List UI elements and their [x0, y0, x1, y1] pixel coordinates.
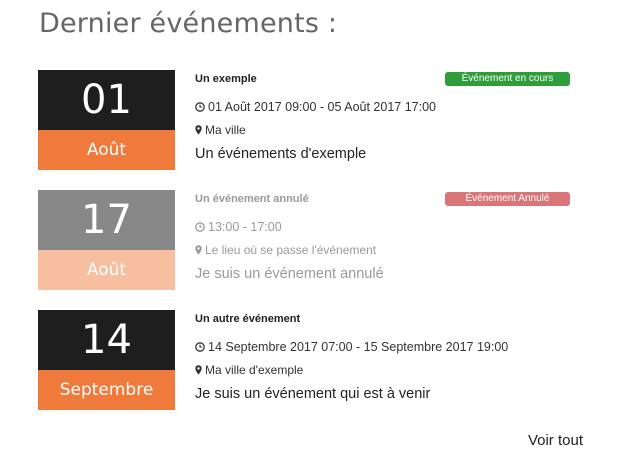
event-place-text: Ma ville: [205, 123, 246, 137]
event-date-block: 01 Août: [38, 70, 175, 180]
see-all-link[interactable]: Voir tout: [528, 432, 583, 449]
clock-icon: [195, 342, 205, 352]
map-pin-icon: [195, 125, 202, 135]
event-description: Un événements d'exemple: [195, 146, 367, 162]
event-time-text: 01 Août 2017 09:00 - 05 Août 2017 17:00: [208, 100, 436, 114]
map-pin-icon: [195, 365, 202, 375]
event-time-text: 14 Septembre 2017 07:00 - 15 Septembre 2…: [208, 340, 509, 354]
event-title[interactable]: Un exemple: [195, 73, 257, 85]
page-title: Dernier événements :: [39, 8, 338, 39]
event-place-text: Le lieu où se passe l'événement: [205, 243, 377, 257]
event-place: Ma ville d'exemple: [195, 363, 303, 377]
event-title[interactable]: Un événement annulé: [195, 193, 309, 205]
event-month: Août: [38, 250, 175, 290]
event-title[interactable]: Un autre événement: [195, 313, 300, 325]
event-month: Août: [38, 130, 175, 170]
clock-icon: [195, 222, 205, 232]
event-info: Un autre événement 14 Septembre 2017 07:…: [195, 310, 570, 420]
event-info: Un exemple Événement en cours 01 Août 20…: [195, 70, 570, 180]
event-time: 13:00 - 17:00: [195, 220, 282, 234]
event-place-text: Ma ville d'exemple: [205, 363, 304, 377]
event-info: Un événement annulé Événement Annulé 13:…: [195, 190, 570, 300]
event-day: 14: [38, 310, 175, 370]
event-time-text: 13:00 - 17:00: [208, 220, 282, 234]
event-item[interactable]: 17 Août Un événement annulé Événement An…: [38, 190, 570, 300]
event-item[interactable]: 01 Août Un exemple Événement en cours 01…: [38, 70, 570, 180]
event-time: 01 Août 2017 09:00 - 05 Août 2017 17:00: [195, 100, 436, 114]
event-day: 01: [38, 70, 175, 130]
event-place: Ma ville: [195, 123, 246, 137]
event-description: Je suis un événement annulé: [195, 266, 384, 282]
event-item[interactable]: 14 Septembre Un autre événement 14 Septe…: [38, 310, 570, 420]
event-day: 17: [38, 190, 175, 250]
event-place: Le lieu où se passe l'événement: [195, 243, 376, 257]
clock-icon: [195, 102, 205, 112]
event-time: 14 Septembre 2017 07:00 - 15 Septembre 2…: [195, 340, 508, 354]
event-date-block: 17 Août: [38, 190, 175, 300]
map-pin-icon: [195, 245, 202, 255]
status-badge-cancelled: Événement Annulé: [445, 192, 570, 206]
status-badge-ongoing: Événement en cours: [445, 72, 570, 86]
event-date-block: 14 Septembre: [38, 310, 175, 420]
event-description: Je suis un événement qui est à venir: [195, 386, 431, 402]
event-month: Septembre: [38, 370, 175, 410]
